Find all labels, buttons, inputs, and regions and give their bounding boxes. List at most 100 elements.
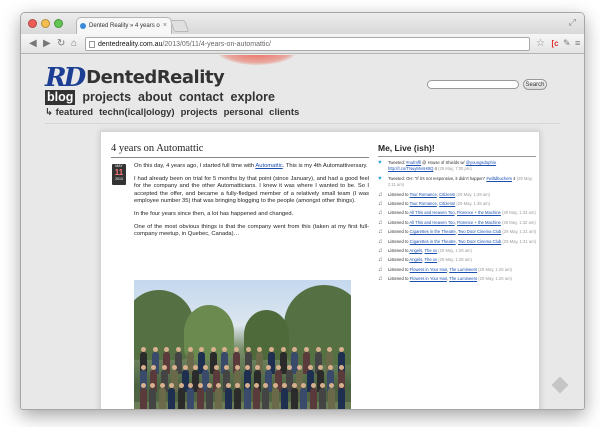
nav-projects[interactable]: projects <box>82 90 131 105</box>
zoom-window-button[interactable] <box>54 19 63 28</box>
twitter-icon: ♥ <box>378 175 382 182</box>
reload-icon[interactable]: ↻ <box>57 37 65 50</box>
nav-contact[interactable]: contact <box>179 90 223 105</box>
activity-timestamp: (29 May, 1:31 am) <box>502 229 537 235</box>
activity-link[interactable]: The xx <box>425 257 438 262</box>
activity-link[interactable]: Flowers in Your Hair <box>410 267 447 272</box>
activity-link[interactable]: The Lumineers <box>449 276 477 281</box>
activity-link[interactable]: Tour Romance <box>410 201 437 206</box>
nav-explore[interactable]: explore <box>231 90 275 105</box>
decorative-blob <box>216 55 298 65</box>
activity-timestamp: (29 May, 1:25 am) <box>478 276 512 282</box>
activity-link[interactable]: Citizens! <box>439 201 455 206</box>
activity-prefix: Listened to <box>388 229 410 235</box>
activity-text: OH: "If it's not responsive, it didn't h… <box>406 175 487 181</box>
sidebar-divider <box>378 156 536 157</box>
bookmark-star-icon[interactable]: ☆ <box>536 37 545 50</box>
activity-prefix: Listened to <box>388 219 410 225</box>
activity-prefix: Tweeted: <box>388 175 407 181</box>
photo-person <box>168 383 176 409</box>
activity-link[interactable]: #wiltdbuchers <box>486 176 512 181</box>
activity-timestamp: (29 May, 1:32 am) <box>502 219 536 225</box>
logo-mark: RD <box>45 63 86 93</box>
activity-link[interactable]: The xx <box>425 248 438 253</box>
photo-person <box>253 383 261 409</box>
new-tab-button[interactable] <box>169 20 190 32</box>
music-note-icon: ♫ <box>378 210 383 217</box>
activity-timestamp: (29 May, 1:39 am) <box>456 191 491 197</box>
activity-link[interactable]: Citizens! <box>439 192 455 197</box>
fullscreen-icon[interactable]: ⤢ <box>569 17 576 28</box>
automattic-link[interactable]: Automattic <box>255 163 282 169</box>
subnav-clients[interactable]: clients <box>269 107 299 119</box>
activity-link[interactable]: Tour Romance <box>410 192 437 197</box>
site-logo[interactable]: RD DentedReality <box>45 63 225 93</box>
activity-prefix: Tweeted: <box>388 160 407 165</box>
activity-prefix: Listened to <box>388 210 410 216</box>
activity-link[interactable]: Two Door Cinema Club <box>458 239 501 244</box>
subnav-personal[interactable]: personal <box>224 107 264 119</box>
url-path: /2013/05/11/4-years-on-automattic/ <box>162 41 271 48</box>
browser-tab[interactable]: Dented Reality » 4 years o × <box>76 17 172 34</box>
activity-item: ♥ Tweeted: OH: "If it's not responsive, i… <box>378 176 538 189</box>
nav-blog[interactable]: blog <box>45 90 76 105</box>
activity-link[interactable]: Florence + the Machine <box>457 210 501 215</box>
activity-link[interactable]: All This and Heaven Too <box>409 220 454 225</box>
activity-link[interactable]: Florence + the Machine <box>457 220 501 225</box>
activity-link[interactable]: Cigarettes in the Theatre <box>410 229 456 234</box>
subnav-projects[interactable]: projects <box>181 107 218 119</box>
activity-timestamp: (29 May, 1:29 am) <box>438 248 472 254</box>
activity-link[interactable]: #nufmffl <box>406 160 421 165</box>
extension-icon[interactable]: [c <box>550 38 560 50</box>
activity-item: ♫ Listened to Tour Romance, Citizens! (29… <box>378 192 538 198</box>
group-photo[interactable] <box>134 280 351 409</box>
photo-person <box>158 383 166 409</box>
nav-about[interactable]: about <box>138 90 172 105</box>
activity-item: ♫ Listened to Angels, The xx (29 May, 1:2… <box>378 257 538 263</box>
activity-prefix: Listened to <box>388 238 410 244</box>
wrench-icon[interactable]: ✎ <box>563 37 571 50</box>
activity-link[interactable]: http://t.co/TNuyMvnHBQ <box>388 166 433 171</box>
subnav-featured[interactable]: ↳ featured <box>45 107 93 119</box>
photo-person <box>140 383 147 409</box>
home-icon[interactable]: ⌂ <box>71 37 77 50</box>
activity-list: ♥ Tweeted: #nufmffl @ House of Shields w/… <box>378 160 538 283</box>
subnav-technical[interactable]: techn(ical|ology) <box>99 107 175 119</box>
music-note-icon: ♫ <box>378 276 383 283</box>
activity-link[interactable]: Angels <box>409 257 422 262</box>
photo-person <box>243 383 251 409</box>
post-title[interactable]: 4 years on Automattic <box>111 143 203 155</box>
activity-timestamp: (29 May, 1:35 am) <box>456 201 491 207</box>
activity-link[interactable]: @youngsdophin <box>466 160 496 165</box>
close-window-button[interactable] <box>28 19 37 28</box>
activity-link[interactable]: Angels <box>409 248 422 253</box>
activity-link[interactable]: All This and Heaven Too <box>409 210 454 215</box>
tab-close-icon[interactable]: × <box>163 18 167 34</box>
back-icon[interactable]: ◀ <box>29 37 37 50</box>
activity-link[interactable]: Cigarettes in the Theatre <box>410 239 456 244</box>
minimize-window-button[interactable] <box>41 19 50 28</box>
activity-item: ♫ Listened to Angels, The xx (29 May, 1:2… <box>378 248 538 254</box>
activity-item: ♫ Listened to All This and Heaven Too, Fl… <box>378 220 538 226</box>
activity-link[interactable]: Two Door Cinema Club <box>458 229 501 234</box>
post-paragraph: In the four years since then, a lot has … <box>134 210 294 217</box>
photo-person <box>215 383 223 409</box>
date-year: 2013 <box>115 177 123 181</box>
photo-person <box>234 383 242 409</box>
address-bar[interactable]: dentedreality.com.au/2013/05/11/4-years-… <box>85 37 530 51</box>
search-button[interactable]: Search <box>523 79 547 90</box>
activity-item: ♫ Listened to Flowers in Your Hair, The L… <box>378 267 538 273</box>
date-day: 11 <box>114 168 124 177</box>
search-input[interactable] <box>427 80 519 89</box>
photo-person <box>177 383 185 409</box>
scroll-to-top-icon[interactable] <box>551 376 569 394</box>
post-paragraph: I had already been on trial for 5 months… <box>134 175 369 205</box>
title-divider <box>111 157 369 158</box>
activity-link[interactable]: The Lumineers <box>449 267 477 272</box>
post-paragraph: On this day, 4 years ago, I started full… <box>134 163 369 171</box>
music-note-icon: ♫ <box>378 219 383 226</box>
menu-icon[interactable]: ≡ <box>575 37 580 50</box>
forward-icon[interactable]: ▶ <box>43 37 51 50</box>
paragraph-text: On this day, 4 years ago, I started full… <box>134 163 256 169</box>
activity-link[interactable]: Flowers in Your Hair <box>410 276 447 281</box>
